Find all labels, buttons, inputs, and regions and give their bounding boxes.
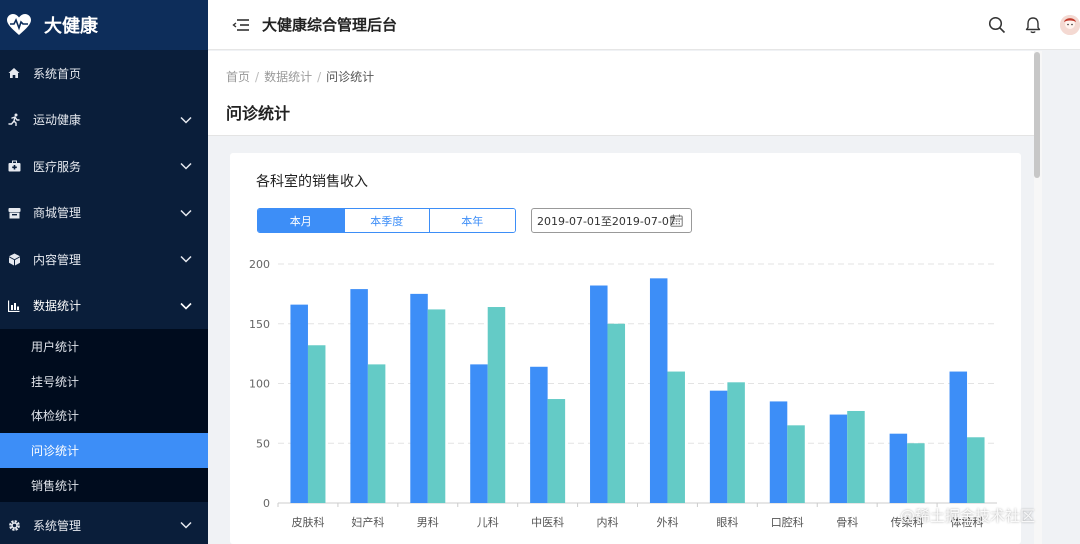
breadcrumb: 首页 / 数据统计 / 问诊统计 [226, 68, 374, 85]
menu-fold-icon[interactable] [232, 16, 250, 34]
breadcrumb-current: 问诊统计 [326, 70, 375, 84]
chevron-down-icon [180, 302, 192, 310]
bar-series-1-11[interactable] [949, 371, 968, 503]
gear-icon [7, 518, 21, 532]
sidebar: 大健康 系统首页 运动健康 医疗服务 商城管理 内容管理 数据统计 用户统计 挂… [0, 0, 208, 544]
bar-series-2-10[interactable] [907, 443, 925, 503]
sidebar-item-statistics[interactable]: 数据统计 [0, 282, 208, 329]
statistics-submenu: 用户统计 挂号统计 体检统计 问诊统计 销售统计 [0, 329, 208, 503]
header-actions [988, 0, 1080, 50]
bar-series-2-4[interactable] [547, 399, 566, 503]
breadcrumb-statistics[interactable]: 数据统计 [264, 70, 312, 84]
sales-income-card: 各科室的销售收入 本月 本季度 本年 2019-07-01至2019-07-07… [230, 153, 1021, 544]
y-tick-label: 100 [249, 378, 270, 391]
x-tick-label: 口腔科 [771, 515, 804, 529]
bar-series-2-7[interactable] [727, 382, 745, 503]
x-tick-label: 男科 [417, 515, 439, 529]
sidebar-item-label: 商城管理 [33, 206, 82, 221]
sidebar-subitem-user-stats[interactable]: 用户统计 [0, 329, 208, 364]
sidebar-subitem-consultation-stats[interactable]: 问诊统计 [0, 433, 208, 468]
bar-series-2-2[interactable] [427, 309, 446, 503]
sidebar-subitem-registration-stats[interactable]: 挂号统计 [0, 364, 208, 399]
sidebar-item-label: 内容管理 [33, 252, 82, 267]
sidebar-item-medical[interactable]: 医疗服务 [0, 143, 208, 190]
bar-series-2-3[interactable] [487, 307, 506, 503]
home-icon [7, 66, 21, 80]
sidebar-subitem-checkup-stats[interactable]: 体检统计 [0, 398, 208, 433]
x-tick-label: 眼科 [716, 515, 738, 529]
bar-chart-icon [7, 299, 21, 313]
bar-series-2-0[interactable] [307, 345, 326, 503]
watermark: @稀土掘金技术社区 [900, 507, 1036, 525]
sidebar-item-home[interactable]: 系统首页 [0, 50, 208, 97]
medical-kit-icon [7, 159, 21, 173]
bar-series-1-0[interactable] [290, 304, 308, 503]
breadcrumb-separator: / [317, 70, 322, 84]
chevron-down-icon [180, 163, 192, 170]
box-icon [7, 252, 21, 266]
bar-series-1-10[interactable] [889, 433, 908, 503]
bar-series-2-9[interactable] [847, 410, 865, 503]
x-tick-label: 内科 [597, 515, 619, 529]
x-tick-label: 妇产科 [351, 515, 384, 529]
bar-series-2-5[interactable] [607, 323, 626, 503]
bar-series-1-8[interactable] [769, 401, 788, 503]
sidebar-item-label: 数据统计 [33, 299, 82, 314]
sales-bar-chart: 050100150200皮肤科 妇产科 男科 儿科 中医科 内科 外科 眼科 口腔科 骨科 传染科体… [249, 258, 997, 529]
sidebar-subitem-sales-stats[interactable]: 销售统计 [0, 468, 208, 503]
bar-series-1-4[interactable] [530, 366, 548, 503]
sidebar-item-label: 医疗服务 [33, 159, 82, 174]
page-header: 首页 / 数据统计 / 问诊统计 问诊统计 [208, 51, 1034, 136]
sidebar-item-system[interactable]: 系统管理 [0, 502, 208, 544]
top-header: 大健康综合管理后台 [208, 0, 1080, 50]
logo: 大健康 [0, 0, 208, 50]
bar-series-1-6[interactable] [649, 278, 668, 503]
running-icon [7, 113, 21, 127]
search-icon[interactable] [988, 16, 1006, 34]
bar-series-1-1[interactable] [350, 289, 368, 503]
breadcrumb-separator: / [255, 70, 260, 84]
sidebar-item-label: 系统管理 [33, 518, 82, 533]
bar-series-2-1[interactable] [367, 364, 386, 503]
app-title: 大健康综合管理后台 [262, 16, 398, 34]
y-tick-label: 200 [249, 258, 270, 271]
bar-series-1-2[interactable] [410, 293, 428, 503]
chevron-down-icon [180, 116, 192, 124]
sidebar-item-label: 系统首页 [33, 66, 82, 81]
x-tick-label: 外科 [656, 515, 678, 529]
app-name: 大健康 [44, 16, 98, 37]
sidebar-item-sports-health[interactable]: 运动健康 [0, 97, 208, 144]
avatar[interactable] [1060, 15, 1080, 35]
bar-series-2-11[interactable] [967, 437, 985, 503]
sidebar-item-label: 运动健康 [33, 113, 82, 128]
shop-icon [7, 206, 21, 220]
page-title: 问诊统计 [226, 104, 291, 123]
x-tick-label: 骨科 [836, 515, 858, 529]
bar-series-1-5[interactable] [590, 285, 608, 503]
y-tick-label: 50 [256, 437, 270, 450]
bar-series-1-9[interactable] [829, 414, 848, 503]
bar-series-1-7[interactable] [709, 390, 728, 503]
breadcrumb-home[interactable]: 首页 [226, 70, 250, 84]
y-tick-label: 0 [263, 497, 270, 510]
scrollbar-thumb[interactable] [1034, 52, 1040, 178]
x-tick-label: 皮肤科 [291, 515, 324, 529]
y-tick-label: 150 [249, 318, 270, 331]
logo-heart-pulse-icon [6, 12, 32, 38]
bell-icon[interactable] [1024, 16, 1042, 34]
sidebar-item-shop[interactable]: 商城管理 [0, 190, 208, 237]
x-tick-label: 中医科 [531, 515, 564, 529]
bar-series-2-8[interactable] [787, 425, 805, 503]
bar-series-2-6[interactable] [667, 371, 685, 503]
chevron-down-icon [180, 256, 192, 263]
chevron-down-icon [180, 522, 192, 529]
bar-series-1-3[interactable] [470, 364, 488, 503]
sidebar-item-content[interactable]: 内容管理 [0, 236, 208, 283]
x-tick-label: 儿科 [477, 515, 499, 529]
chevron-down-icon [180, 209, 192, 217]
